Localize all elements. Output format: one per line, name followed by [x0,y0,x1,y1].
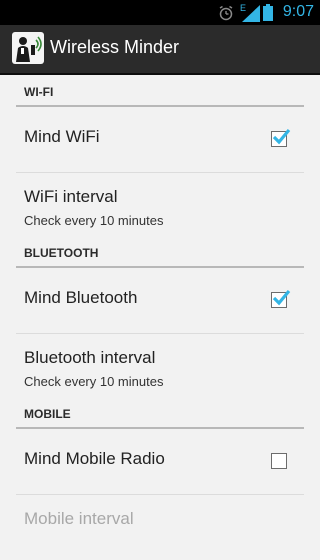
section-header-mobile: MOBILE [16,399,304,429]
section-header-bluetooth: BLUETOOTH [16,238,304,268]
battery-icon [263,4,273,21]
wifi-interval-row[interactable]: WiFi interval Check every 10 minutes [16,173,304,238]
wifi-interval-label: WiFi interval [24,187,118,206]
mind-bluetooth-checkbox[interactable] [271,289,291,308]
mind-wifi-label: Mind WiFi [24,127,100,146]
app-icon[interactable] [12,32,44,64]
status-time: 9:07 [282,3,314,20]
mobile-interval-label: Mobile interval [24,509,134,528]
settings-list: WI-FI Mind WiFi WiFi interval Check ever… [0,75,320,560]
mobile-interval-row[interactable]: Mobile interval [16,495,304,560]
section-header-label: BLUETOOTH [24,246,99,260]
mind-wifi-checkbox[interactable] [271,128,291,147]
status-bar: E 9:07 [0,0,320,25]
bluetooth-interval-row[interactable]: Bluetooth interval Check every 10 minute… [16,334,304,399]
bluetooth-interval-summary: Check every 10 minutes [24,374,164,389]
mind-bluetooth-row[interactable]: Mind Bluetooth [16,268,304,334]
mind-mobile-radio-checkbox[interactable] [271,453,287,469]
bluetooth-interval-label: Bluetooth interval [24,348,156,367]
mind-mobile-radio-label: Mind Mobile Radio [24,449,165,468]
app-title: Wireless Minder [50,37,180,57]
action-bar: Wireless Minder [0,25,320,75]
check-icon [272,289,291,306]
check-icon [272,128,291,145]
mind-mobile-radio-row[interactable]: Mind Mobile Radio [16,429,304,495]
signal-icon [242,5,260,22]
section-header-label: WI-FI [24,85,54,99]
mind-bluetooth-label: Mind Bluetooth [24,288,138,307]
alarm-icon [219,5,233,21]
wifi-interval-summary: Check every 10 minutes [24,213,164,228]
mind-wifi-row[interactable]: Mind WiFi [16,107,304,173]
section-header-wifi: WI-FI [16,75,304,107]
section-header-label: MOBILE [24,407,71,421]
